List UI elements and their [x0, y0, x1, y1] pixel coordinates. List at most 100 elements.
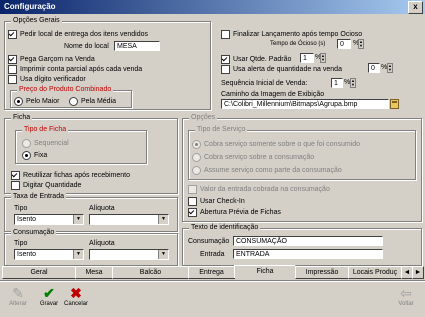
consumacao-legend: Consumação	[11, 229, 57, 236]
usar-qtde-label: Usar Qtde. Padrão	[233, 56, 292, 63]
pega-garcom-checkbox[interactable]: Pega Garçom na Venda	[8, 55, 95, 64]
checkbox-icon	[8, 65, 17, 74]
cancel-x-icon: ✖	[70, 285, 82, 301]
cobra-somente-radio[interactable]: Cobra serviço somente sobre o que foi co…	[192, 140, 360, 149]
usar-checkin-checkbox[interactable]: Usar Check-In	[188, 197, 245, 206]
assume-servico-label: Assume serviço como parte da consumação	[204, 167, 342, 174]
alterar-button[interactable]: ✎ Alterar	[3, 284, 33, 314]
qtde-padrao-spinner[interactable]: ▲ ▼	[320, 53, 326, 63]
pelo-maior-label: Pelo Maior	[26, 98, 60, 105]
nome-local-input[interactable]: MESA	[114, 41, 160, 51]
tab-balcao[interactable]: Balcão	[112, 266, 189, 279]
cancelar-button[interactable]: ✖ Cancelar	[61, 284, 91, 314]
taxa-entrada-legend: Taxa de Entrada	[11, 193, 66, 200]
window-title: Configuração	[4, 2, 56, 11]
taxa-tipo-value: Isento	[17, 216, 37, 223]
taxa-aliquota-label: Alíquota	[89, 205, 115, 212]
seq-inicial-spinner[interactable]: ▲ ▼	[350, 78, 356, 88]
pedir-local-label: Pedir local de entrega dos itens vendido…	[20, 31, 149, 38]
chevron-down-icon: ▼	[73, 215, 83, 224]
chevron-down-icon: ▼	[158, 250, 168, 259]
taxa-tipo-select[interactable]: Isento ▼	[14, 214, 84, 225]
close-button[interactable]: x	[408, 1, 423, 14]
usa-digito-label: Usa dígito verificador	[20, 76, 86, 83]
seq-inicial-input[interactable]: 1	[331, 78, 343, 88]
checkbox-checked-icon	[221, 55, 230, 64]
folder-icon	[392, 101, 397, 103]
cobra-consumacao-radio[interactable]: Cobra serviço sobre a consumação	[192, 153, 314, 162]
checkbox-icon	[221, 30, 230, 39]
alterar-label: Alterar	[9, 301, 27, 307]
tab-impressao[interactable]: Impressão	[295, 266, 349, 279]
texto-consumacao-input[interactable]: CONSUMAÇÃO	[233, 236, 383, 246]
reutilizar-label: Reutilizar fichas após recebimento	[23, 172, 130, 179]
fixa-radio[interactable]: Fixa	[22, 151, 47, 160]
reutilizar-checkbox[interactable]: Reutilizar fichas após recebimento	[11, 171, 130, 180]
pelo-maior-radio[interactable]: Pelo Maior	[14, 97, 59, 106]
consumacao-tipo-select[interactable]: Isento ▼	[14, 249, 84, 260]
qtde-padrao-input[interactable]: 1	[300, 53, 314, 63]
caminho-input[interactable]: C:\Colibri_Millennium\Bitmaps\Agrupa.bmp	[221, 99, 389, 109]
radio-icon	[22, 139, 31, 148]
valor-entrada-checkbox[interactable]: Valor da entrada cobrada na consumação	[188, 185, 330, 194]
preco-legend: Preço do Produto Combinado	[17, 86, 114, 93]
consumacao-aliquota-select[interactable]: ▼	[89, 249, 169, 260]
usa-alerta-checkbox[interactable]: Usa alerta de quantidade na venda	[221, 65, 342, 74]
tab-entrega[interactable]: Entrega	[188, 266, 235, 279]
tab-locais-producao[interactable]: Locais Produç	[348, 266, 402, 279]
abertura-previa-label: Abertura Prévia de Fichas	[200, 209, 281, 216]
consumacao-aliquota-label: Alíquota	[89, 240, 115, 247]
folder-browse-button[interactable]	[390, 99, 399, 109]
tab-scroll-right[interactable]: ►	[412, 266, 424, 279]
imprimir-parcial-checkbox[interactable]: Imprimir conta parcial após cada venda	[8, 65, 142, 74]
voltar-button[interactable]: ⇦ Voltar	[391, 284, 421, 314]
pela-media-radio[interactable]: Pela Média	[69, 97, 116, 106]
checkbox-icon	[188, 197, 197, 206]
checkbox-icon	[221, 65, 230, 74]
digitar-qtd-checkbox[interactable]: Digitar Quantidade	[11, 181, 81, 190]
texto-identificacao-legend: Texto de identificação	[189, 224, 261, 231]
consumacao-tipo-label: Tipo	[14, 240, 28, 247]
texto-entrada-input[interactable]: ENTRADA	[233, 249, 383, 259]
abertura-previa-checkbox[interactable]: Abertura Prévia de Fichas	[188, 208, 281, 217]
alerta-input[interactable]: 0	[368, 63, 380, 73]
taxa-tipo-label: Tipo	[14, 205, 28, 212]
taxa-aliquota-select[interactable]: ▼	[89, 214, 169, 225]
usa-digito-checkbox[interactable]: Usa dígito verificador	[8, 75, 86, 84]
ficha-legend: Ficha	[11, 114, 33, 121]
radio-icon	[192, 166, 201, 175]
tab-mesa[interactable]: Mesa	[75, 266, 113, 279]
texto-consumacao-label: Consumação	[188, 238, 230, 245]
imprimir-parcial-label: Imprimir conta parcial após cada venda	[20, 66, 143, 73]
finalizar-checkbox[interactable]: Finalizar Lançamento após tempo Ocioso	[221, 30, 362, 39]
opcoes-gerais-legend: Opções Gerais	[11, 17, 62, 24]
radio-selected-icon	[14, 97, 23, 106]
checkbox-icon	[188, 185, 197, 194]
seq-inicial-label: Sequência Inicial de Venda:	[221, 80, 308, 87]
checkbox-checked-icon	[188, 208, 197, 217]
tab-geral[interactable]: Geral	[2, 266, 76, 279]
radio-selected-icon	[192, 140, 201, 149]
toolbar-separator	[0, 280, 425, 282]
config-window: Configuração x Opções Gerais Pedir local…	[0, 0, 425, 317]
alerta-spinner[interactable]: ▲ ▼	[387, 63, 393, 73]
pedir-local-checkbox[interactable]: Pedir local de entrega dos itens vendido…	[8, 30, 148, 39]
gravar-button[interactable]: ✔ Gravar	[34, 284, 64, 314]
assume-servico-radio[interactable]: Assume serviço como parte da consumação	[192, 166, 342, 175]
cobra-consumacao-label: Cobra serviço sobre a consumação	[204, 154, 315, 161]
tempo-ocioso-label: Tempo de Ócioso (s)	[270, 41, 326, 47]
usar-qtde-checkbox[interactable]: Usar Qtde. Padrão	[221, 55, 291, 64]
radio-icon	[69, 97, 78, 106]
sequencial-radio[interactable]: Sequencial	[22, 139, 69, 148]
voltar-label: Voltar	[398, 301, 414, 307]
chevron-down-icon: ▼	[73, 250, 83, 259]
chevron-down-icon: ▼	[158, 215, 168, 224]
checkbox-checked-icon	[8, 55, 17, 64]
gravar-label: Gravar	[39, 301, 59, 307]
checkbox-checked-icon	[11, 171, 20, 180]
tempo-ocioso-spinner[interactable]: ▲ ▼	[358, 39, 364, 49]
tempo-ocioso-input[interactable]: 0	[337, 39, 351, 49]
usar-checkin-label: Usar Check-In	[200, 198, 245, 205]
checkbox-icon	[8, 75, 17, 84]
tab-ficha[interactable]: Ficha	[234, 265, 296, 278]
